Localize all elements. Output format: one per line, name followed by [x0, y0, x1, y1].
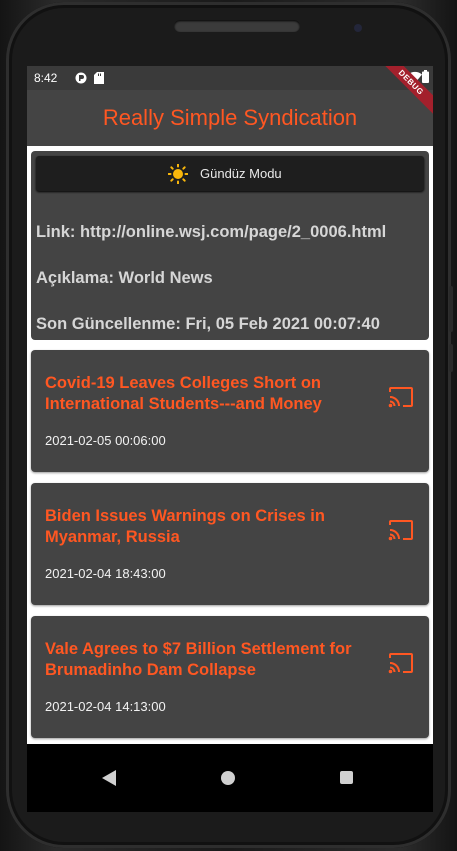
- news-date: 2021-02-04 18:43:00: [45, 566, 166, 581]
- home-icon[interactable]: [221, 771, 235, 785]
- news-title: Biden Issues Warnings on Crises in Myanm…: [45, 507, 325, 546]
- sync-icon: [75, 72, 87, 87]
- device-screen: 8:42 Really Simple Syndication DEBUG Gün…: [27, 66, 433, 812]
- app-bar: Really Simple Syndication: [27, 90, 433, 146]
- cast-icon[interactable]: [388, 652, 414, 674]
- app-title: Really Simple Syndication: [102, 105, 358, 130]
- theme-toggle-button[interactable]: Gündüz Modu: [36, 156, 424, 191]
- theme-toggle-label: Gündüz Modu: [200, 166, 282, 181]
- volume-button: [449, 286, 453, 332]
- feed-info-card: Gündüz Modu Link: http://online.wsj.com/…: [31, 151, 429, 340]
- status-bar: 8:42: [27, 66, 433, 90]
- news-date: 2021-02-04 14:13:00: [45, 699, 166, 714]
- battery-icon: [422, 70, 429, 86]
- news-title: Covid-19 Leaves Colleges Short on Intern…: [45, 374, 322, 413]
- feed-last-updated: Son Güncellenme: Fri, 05 Feb 2021 00:07:…: [36, 315, 380, 333]
- news-date: 2021-02-05 00:06:00: [45, 433, 166, 448]
- feed-description: Açıklama: World News: [36, 269, 213, 287]
- sd-card-icon: [94, 72, 104, 87]
- news-title: Vale Agrees to $7 Billion Settlement for…: [45, 640, 352, 679]
- news-card[interactable]: Biden Issues Warnings on Crises in Myanm…: [31, 483, 429, 605]
- recent-apps-icon[interactable]: [340, 771, 353, 784]
- cast-icon[interactable]: [388, 386, 414, 408]
- news-card[interactable]: Covid-19 Leaves Colleges Short on Intern…: [31, 350, 429, 472]
- feed-list[interactable]: Gündüz Modu Link: http://online.wsj.com/…: [27, 146, 433, 744]
- front-camera: [354, 24, 362, 32]
- sun-icon: [167, 163, 189, 185]
- power-button: [449, 344, 453, 372]
- earpiece-speaker: [174, 20, 300, 32]
- status-time: 8:42: [34, 71, 58, 85]
- back-icon[interactable]: [102, 770, 116, 791]
- navigation-bar: [27, 744, 433, 812]
- cast-icon[interactable]: [388, 519, 414, 541]
- feed-link: Link: http://online.wsj.com/page/2_0006.…: [36, 223, 387, 241]
- news-card[interactable]: Vale Agrees to $7 Billion Settlement for…: [31, 616, 429, 738]
